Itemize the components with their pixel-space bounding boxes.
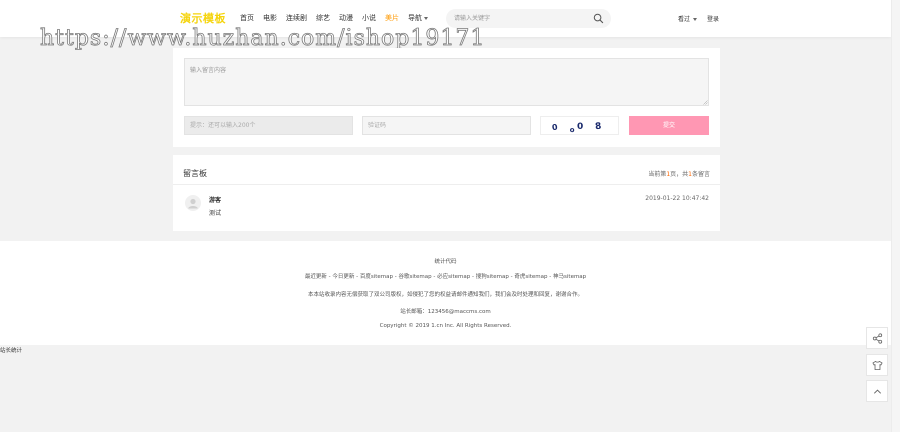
chevron-down-icon xyxy=(424,16,428,20)
message-content: 测试 xyxy=(209,210,222,217)
copyright-notice: 本本站收录内容无偿获取了双公司版权，如侵犯了您的权益请邮件通知我们，我们会及时处… xyxy=(307,292,583,298)
board-pagination-info: 当前第1页，共1条留言 xyxy=(648,169,710,178)
back-to-top-button[interactable] xyxy=(866,380,888,402)
message-form: 0 o 0 8 提交 xyxy=(173,48,720,147)
sitemap-link-google[interactable]: 谷歌sitemap xyxy=(398,274,431,280)
submit-button[interactable]: 提交 xyxy=(629,116,709,135)
sitemap-link-today[interactable]: 今日更新 xyxy=(332,274,354,280)
sitemap-link-sogou[interactable]: 搜狗sitemap xyxy=(476,274,509,280)
board-title: 留言板 xyxy=(183,169,207,178)
site-logo[interactable]: 演示模板 xyxy=(180,10,226,26)
nav-item-variety[interactable]: 综艺 xyxy=(316,13,330,23)
theme-button[interactable] xyxy=(866,354,888,376)
sitemap-link-baidu[interactable]: 百度sitemap xyxy=(360,274,393,280)
resize-grip-icon[interactable] xyxy=(703,100,708,105)
main-nav: 首页 电影 连续剧 综艺 动漫 小说 美片 导航 xyxy=(240,13,437,23)
chevron-up-icon xyxy=(873,389,882,394)
contact-email: 站长邮箱：123456@maccms.com xyxy=(400,309,491,315)
chevron-down-icon xyxy=(693,18,698,21)
message-author: 游客 xyxy=(209,197,222,204)
nav-item-home[interactable]: 首页 xyxy=(240,13,254,23)
share-button[interactable] xyxy=(866,327,888,349)
nav-item-guide[interactable]: 导航 xyxy=(408,13,428,23)
scrollbar[interactable] xyxy=(891,0,900,432)
site-footer: 统计代码 最近更新 - 今日更新 - 百度sitemap - 谷歌sitemap… xyxy=(0,241,891,345)
nav-item-novel[interactable]: 小说 xyxy=(362,13,376,23)
message-textarea[interactable] xyxy=(184,58,709,106)
search-input[interactable] xyxy=(454,13,584,24)
sitemap-link-shenma[interactable]: 神马sitemap xyxy=(553,274,586,280)
meta-suffix: 条留言 xyxy=(691,171,710,178)
message-time: 2019-01-22 10:47:42 xyxy=(645,195,709,202)
nav-guide-label: 导航 xyxy=(408,14,422,22)
captcha-input[interactable] xyxy=(362,116,531,135)
site-header: 演示模板 首页 电影 连续剧 综艺 动漫 小说 美片 导航 看过 登录 xyxy=(0,0,891,37)
avatar xyxy=(185,195,201,211)
svg-text:8: 8 xyxy=(595,122,602,133)
nav-item-series[interactable]: 连续剧 xyxy=(286,13,307,23)
search-icon[interactable] xyxy=(593,13,604,24)
history-label: 看过 xyxy=(678,16,691,23)
copyright-text: Copyright © 2019 1.cn Inc. All Rights Re… xyxy=(379,323,512,329)
search-box xyxy=(446,9,611,28)
meta-mid: 页，共 xyxy=(670,171,689,178)
captcha-image[interactable]: 0 o 0 8 xyxy=(540,116,619,135)
svg-text:0: 0 xyxy=(551,122,558,132)
nickname-input[interactable] xyxy=(184,116,353,135)
login-link[interactable]: 登录 xyxy=(707,14,719,23)
divider xyxy=(173,184,720,185)
message-board: 留言板 当前第1页，共1条留言 游客 测试 2019-01-22 10:47:4… xyxy=(173,155,720,231)
sitemap-link-qihoo[interactable]: 奇虎sitemap xyxy=(514,274,547,280)
nav-item-anime[interactable]: 动漫 xyxy=(339,13,353,23)
tshirt-icon xyxy=(872,360,883,371)
sitemap-link-recent[interactable]: 最近更新 xyxy=(305,274,327,280)
svg-text:o: o xyxy=(569,126,576,135)
history-menu[interactable]: 看过 xyxy=(678,14,698,23)
share-icon xyxy=(872,333,883,344)
user-avatar-icon xyxy=(188,198,198,209)
sitemap-links: 最近更新 - 今日更新 - 百度sitemap - 谷歌sitemap - 必应… xyxy=(0,272,891,280)
meta-prefix: 当前第 xyxy=(648,171,667,178)
sitemap-link-bing[interactable]: 必应sitemap xyxy=(437,274,470,280)
nav-item-movie[interactable]: 电影 xyxy=(263,13,277,23)
svg-text:0: 0 xyxy=(577,122,583,132)
site-stats-link[interactable]: 站长统计 xyxy=(0,346,22,354)
nav-item-meipian[interactable]: 美片 xyxy=(385,13,399,23)
stat-code-label: 统计代码 xyxy=(434,259,457,265)
